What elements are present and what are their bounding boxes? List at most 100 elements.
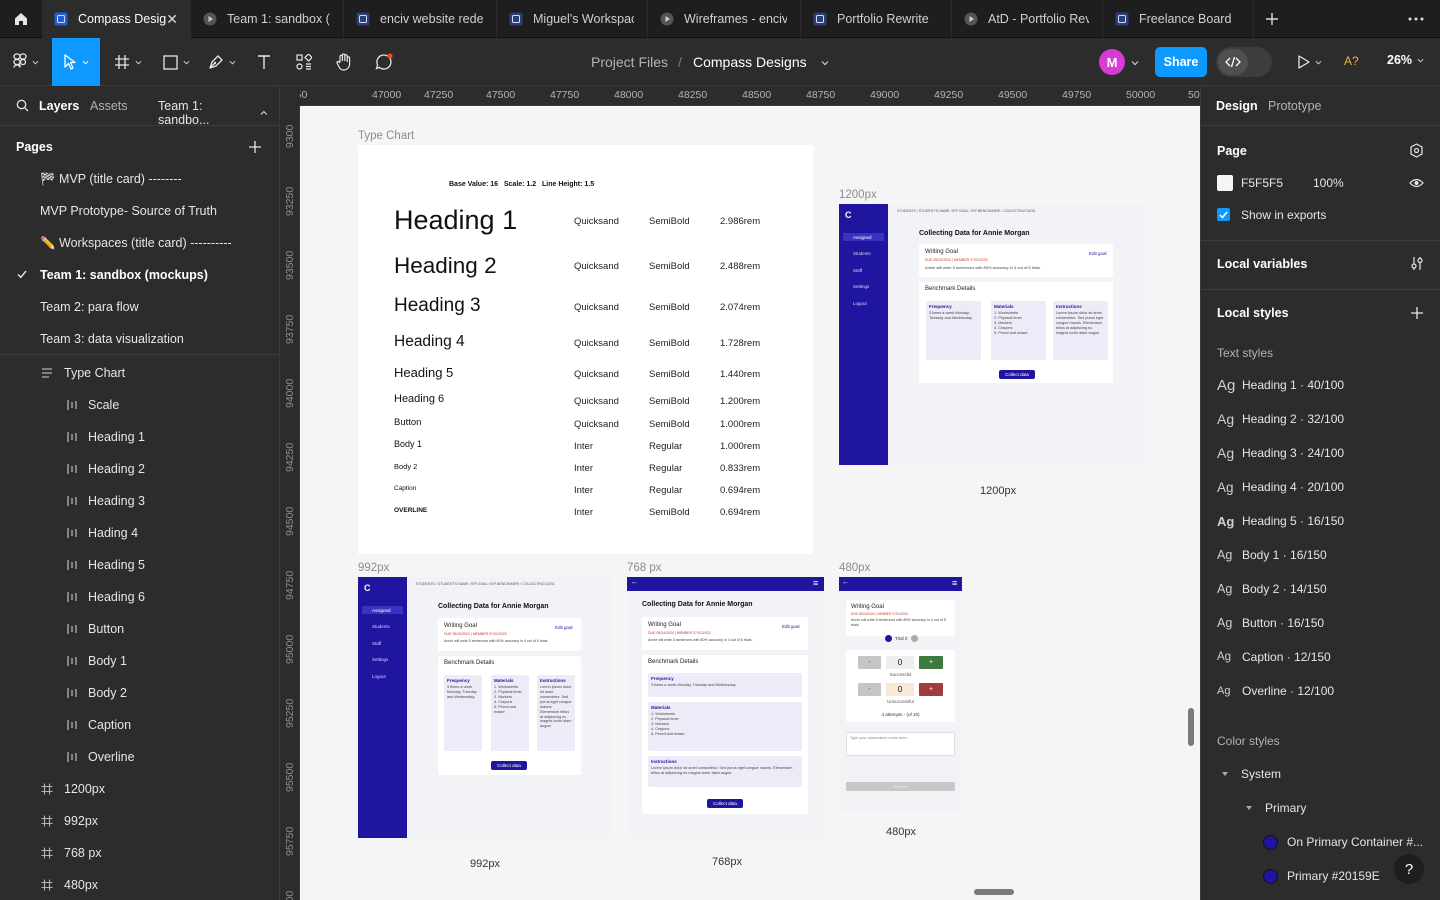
back-arrow-icon[interactable]: ← <box>631 579 638 586</box>
text-style-item[interactable]: Ag Heading 5 · 16/150 <box>1217 511 1344 531</box>
chevron-down-icon[interactable] <box>1245 804 1253 812</box>
page-item[interactable]: ✏️ Workspaces (title card) ---------- <box>0 227 279 259</box>
collect-data-button[interactable]: Collect data <box>707 799 743 808</box>
chevron-down-icon[interactable] <box>1221 770 1229 778</box>
resources-tool-button[interactable] <box>290 38 318 86</box>
frame-1200[interactable]: C Assigned Students Staff Settings Logou… <box>839 204 1146 465</box>
vertical-scrollbar[interactable] <box>1188 708 1194 746</box>
text-style-item[interactable]: Ag Heading 4 · 20/100 <box>1217 477 1344 497</box>
file-name[interactable]: Compass Designs <box>693 54 807 70</box>
nav-item-assigned[interactable]: Assigned <box>843 233 884 241</box>
review-button[interactable]: Review <box>846 782 955 791</box>
more-menu-button[interactable] <box>1398 0 1434 38</box>
collect-data-button[interactable]: Collect data <box>491 761 527 770</box>
nav-item-settings[interactable]: Settings <box>843 282 884 290</box>
nav-item-students[interactable]: Students <box>843 249 884 257</box>
present-button[interactable] <box>1290 38 1330 86</box>
canvas[interactable]: 6750470004725047500477504800048250485004… <box>280 86 1200 900</box>
tab-assets[interactable]: Assets <box>90 99 128 113</box>
frame-768[interactable]: ← ≡ Collecting Data for Annie Morgan Wri… <box>627 577 824 838</box>
layer-row[interactable]: Heading 3 <box>0 485 279 517</box>
text-style-item[interactable]: Ag Heading 1 · 40/100 <box>1217 375 1344 395</box>
notes-field[interactable]: Type your observation notes here... <box>846 732 955 756</box>
help-button[interactable]: ? <box>1394 854 1424 884</box>
frame-tool-button[interactable] <box>106 38 150 86</box>
main-menu-button[interactable] <box>4 38 48 86</box>
add-page-icon[interactable] <box>249 141 261 153</box>
text-style-item[interactable]: Ag Heading 3 · 24/100 <box>1217 443 1344 463</box>
layer-row[interactable]: Type Chart <box>0 357 279 389</box>
nav-item-assigned[interactable]: Assigned <box>362 606 403 614</box>
tab-6[interactable]: AtD - Portfolio Review <box>952 0 1103 38</box>
close-tab-icon[interactable]: ✕ <box>166 11 178 28</box>
search-icon[interactable] <box>16 99 29 112</box>
tab-prototype[interactable]: Prototype <box>1268 99 1322 113</box>
layer-row[interactable]: Scale <box>0 389 279 421</box>
page-selector[interactable]: Team 1: sandbo... <box>158 99 268 127</box>
page-color-value[interactable]: F5F5F5 <box>1241 176 1283 190</box>
success-minus-button[interactable]: - <box>858 656 881 669</box>
tab-design[interactable]: Design <box>1216 99 1258 113</box>
nav-item-logout[interactable]: Logout <box>362 672 403 680</box>
add-style-icon[interactable] <box>1411 307 1423 319</box>
breadcrumb-project[interactable]: Project Files <box>591 54 668 70</box>
layer-row[interactable]: Overline <box>0 741 279 773</box>
layer-row[interactable]: Body 2 <box>0 677 279 709</box>
nav-item-students[interactable]: Students <box>362 622 403 630</box>
tab-0[interactable]: Compass Designs✕ <box>42 0 191 38</box>
chevron-down-icon[interactable] <box>1131 59 1139 67</box>
pen-tool-button[interactable] <box>200 38 244 86</box>
dev-mode-toggle[interactable] <box>1216 47 1272 77</box>
hamburger-menu-icon[interactable]: ≡ <box>952 578 957 588</box>
page-item[interactable]: MVP Prototype- Source of Truth <box>0 195 279 227</box>
layer-row[interactable]: Button <box>0 613 279 645</box>
frame-480[interactable]: ← ≡ Writing Goal DUE 05/24/2024 | MEMBER… <box>839 577 962 813</box>
shape-tool-button[interactable] <box>154 38 198 86</box>
layer-row[interactable]: Heading 5 <box>0 549 279 581</box>
color-style-item[interactable]: On Primary Container #... <box>1263 832 1423 852</box>
frame-label-768[interactable]: 768 px <box>627 562 662 574</box>
layer-row[interactable]: 992px <box>0 805 279 837</box>
edit-goal-link[interactable]: Edit goal <box>782 624 800 629</box>
hamburger-menu-icon[interactable]: ≡ <box>813 578 818 588</box>
horizontal-scrollbar[interactable] <box>974 889 1014 895</box>
tab-2[interactable]: enciv website redesign <box>344 0 497 38</box>
color-group-system[interactable]: System <box>1241 767 1281 781</box>
page-item[interactable]: Team 1: sandbox (mockups) <box>0 259 279 291</box>
accessibility-check[interactable]: A? <box>1344 54 1359 68</box>
layer-row[interactable]: Hading 4 <box>0 517 279 549</box>
eye-icon[interactable] <box>1409 178 1424 188</box>
color-style-item[interactable]: Primary #20159E <box>1263 866 1380 886</box>
fail-minus-button[interactable]: - <box>858 683 881 696</box>
hand-tool-button[interactable] <box>330 38 358 86</box>
success-plus-button[interactable]: + <box>919 656 943 669</box>
frame-label-480[interactable]: 480px <box>839 562 870 574</box>
type-chart-frame[interactable]: Base Value: 16 Scale: 1.2 Line Height: 1… <box>358 145 813 554</box>
text-style-item[interactable]: Ag Heading 2 · 32/100 <box>1217 409 1344 429</box>
frame-label-type-chart[interactable]: Type Chart <box>358 130 414 142</box>
tab-4[interactable]: Wireframes - enciv <box>648 0 801 38</box>
styles-library-icon[interactable] <box>1409 143 1424 158</box>
text-style-item[interactable]: Ag Caption · 12/150 <box>1217 647 1331 667</box>
page-item[interactable]: 🏁 MVP (title card) -------- <box>0 163 279 195</box>
share-button[interactable]: Share <box>1155 47 1207 77</box>
layer-row[interactable]: Heading 2 <box>0 453 279 485</box>
tab-1[interactable]: Team 1: sandbox (mockups) <box>191 0 344 38</box>
chevron-down-icon[interactable] <box>821 59 829 67</box>
avatar[interactable]: M <box>1099 49 1125 75</box>
trial-next-dot[interactable] <box>911 635 918 642</box>
show-exports-checkbox[interactable] <box>1217 208 1230 221</box>
home-button[interactable] <box>0 0 42 38</box>
edit-goal-link[interactable]: Edit goal <box>555 625 573 630</box>
frame-label-1200[interactable]: 1200px <box>839 189 877 201</box>
layer-row[interactable]: Heading 1 <box>0 421 279 453</box>
layer-row[interactable]: Heading 6 <box>0 581 279 613</box>
text-style-item[interactable]: Ag Button · 16/150 <box>1217 613 1324 633</box>
comment-tool-button[interactable] <box>370 38 398 86</box>
nav-item-settings[interactable]: Settings <box>362 655 403 663</box>
page-color-swatch[interactable] <box>1217 175 1233 191</box>
text-style-item[interactable]: Ag Body 2 · 14/150 <box>1217 579 1327 599</box>
page-item[interactable]: Team 3: data visualization <box>0 323 279 355</box>
variables-sliders-icon[interactable] <box>1410 256 1424 271</box>
text-style-item[interactable]: Ag Overline · 12/100 <box>1217 681 1334 701</box>
